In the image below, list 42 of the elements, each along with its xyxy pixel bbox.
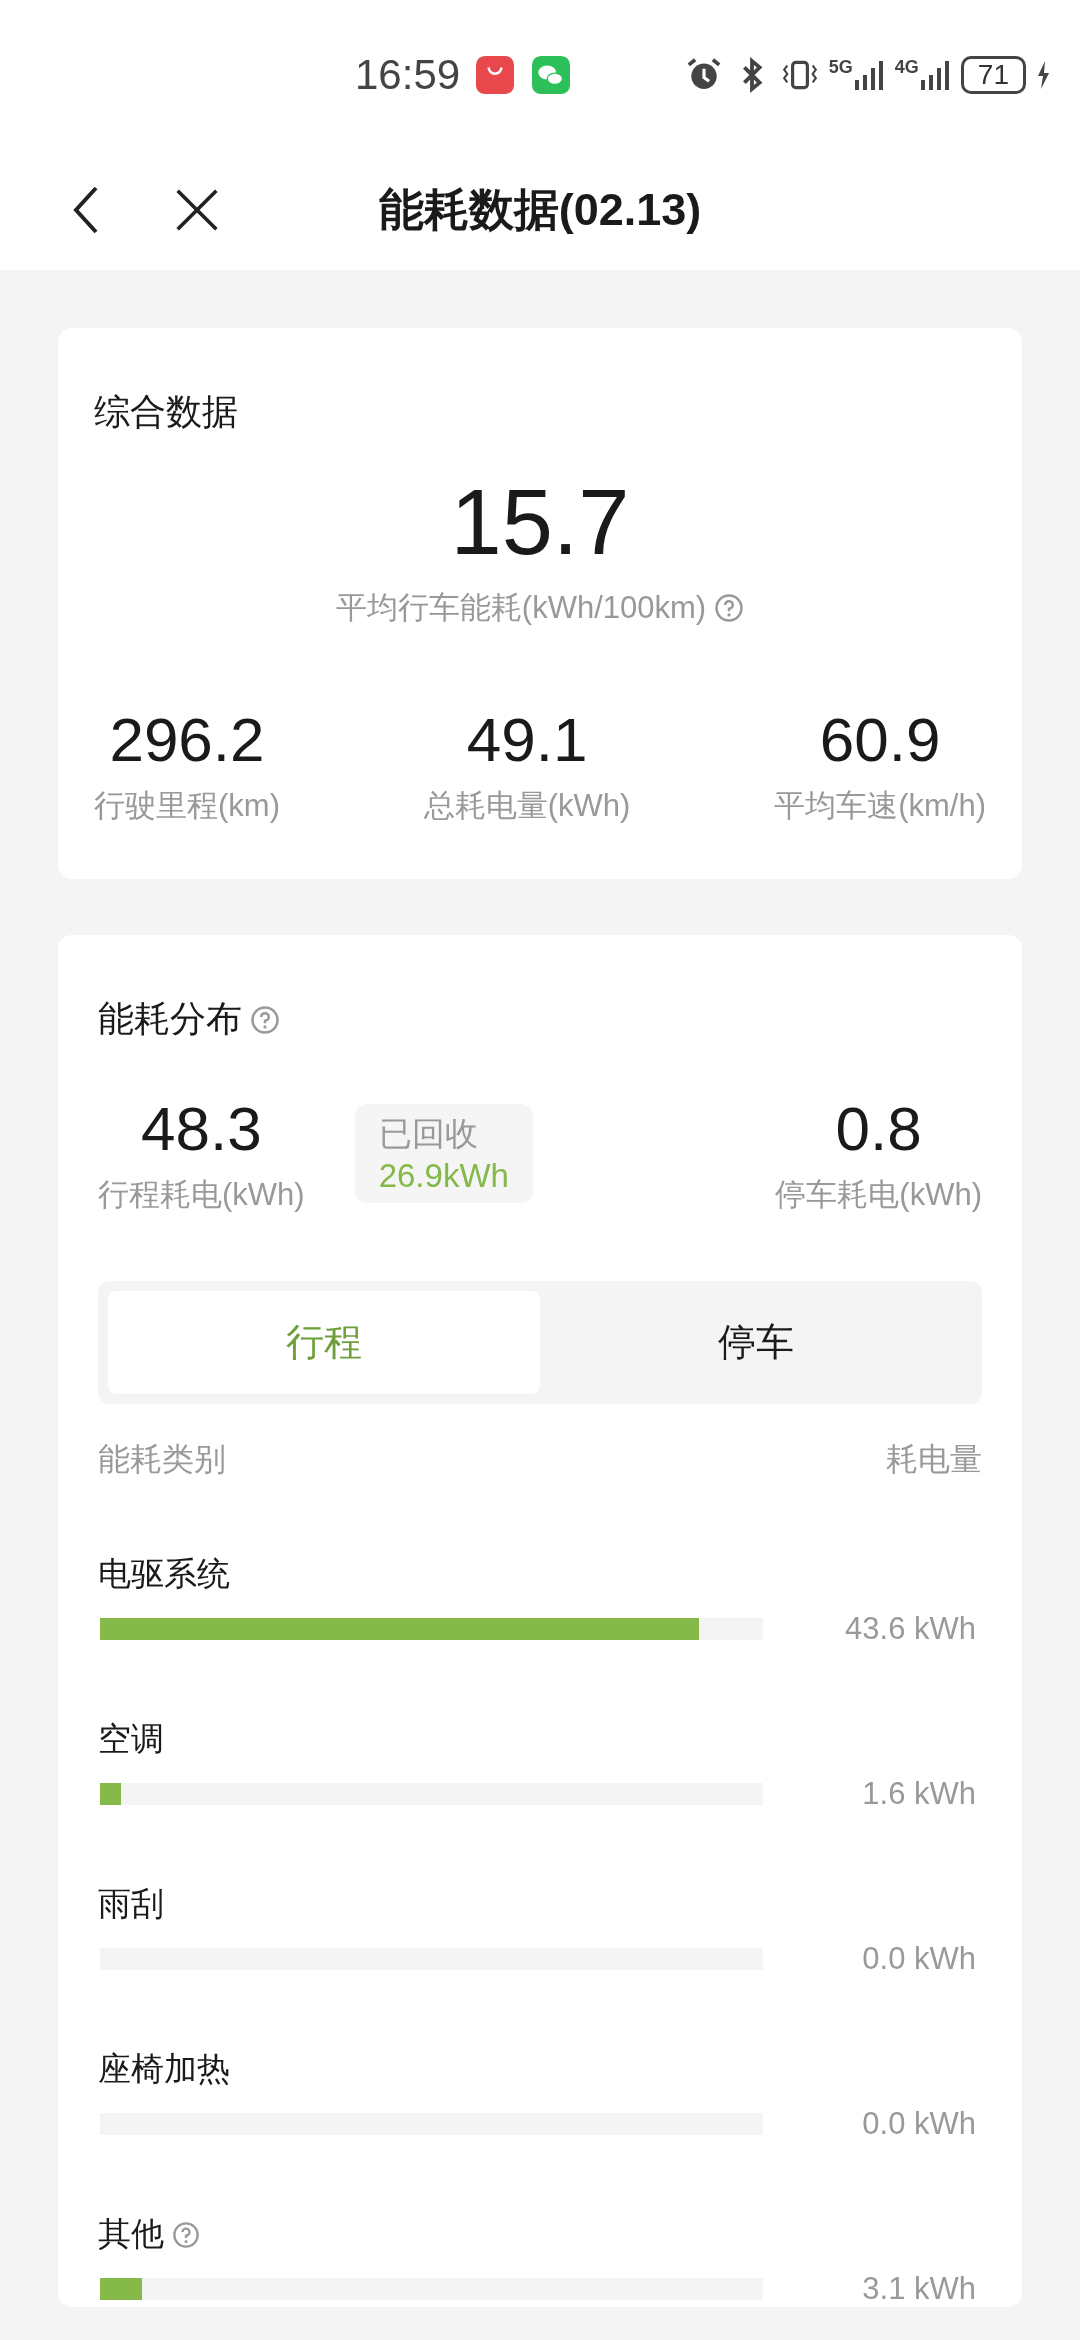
signal-icon	[854, 58, 885, 92]
stat-label: 行驶里程(km)	[94, 787, 280, 825]
usage-value: 0.0 kWh	[861, 1941, 977, 1977]
section-title: 综合数据	[94, 390, 239, 434]
help-icon[interactable]	[714, 593, 745, 623]
stat-value: 296.2	[109, 704, 265, 776]
stat-label: 平均车速(km/h)	[774, 787, 986, 825]
parking-value: 0.8	[835, 1093, 922, 1165]
usage-value: 3.1 kWh	[861, 2271, 977, 2307]
stat-label: 总耗电量(kWh)	[423, 787, 631, 825]
help-icon[interactable]	[172, 2220, 200, 2249]
shopping-bag-icon	[476, 56, 515, 94]
stat-value: 49.1	[466, 704, 588, 776]
column-header: 耗电量	[886, 1440, 982, 1479]
column-header: 能耗类别	[98, 1440, 226, 1479]
category-name: 其他	[98, 2214, 164, 2254]
trip-value: 48.3	[141, 1093, 262, 1165]
network-label: 5G	[828, 56, 853, 78]
page-title: 能耗数据(02.13)	[378, 183, 702, 237]
usage-value: 1.6 kWh	[861, 1776, 977, 1812]
main-value: 15.7	[450, 470, 630, 575]
recovered-label: 已回收	[378, 1114, 479, 1154]
chat-icon	[532, 56, 571, 94]
category-name: 空调	[98, 1719, 164, 1759]
stat-value: 60.9	[819, 704, 941, 776]
category-name: 座椅加热	[98, 2049, 230, 2089]
section-title: 能耗分布	[98, 997, 242, 1041]
usage-value: 43.6 kWh	[844, 1611, 977, 1647]
trip-label: 行程耗电(kWh)	[98, 1176, 305, 1214]
main-label: 平均行车能耗(kWh/100km)	[335, 589, 707, 627]
category-name: 电驱系统	[98, 1554, 230, 1594]
recovered-value: 26.9kWh	[378, 1157, 509, 1195]
usage-value: 0.0 kWh	[861, 2106, 977, 2142]
help-icon[interactable]	[250, 1004, 280, 1035]
tab[interactable]: 停车	[540, 1291, 972, 1394]
status-time: 16:59	[355, 51, 461, 99]
parking-label: 停车耗电(kWh)	[775, 1176, 982, 1214]
network-label: 4G	[894, 56, 919, 78]
battery-indicator: 71	[960, 56, 1026, 94]
signal-icon	[920, 58, 951, 92]
category-name: 雨刮	[98, 1884, 164, 1924]
close-icon[interactable]	[174, 187, 220, 233]
